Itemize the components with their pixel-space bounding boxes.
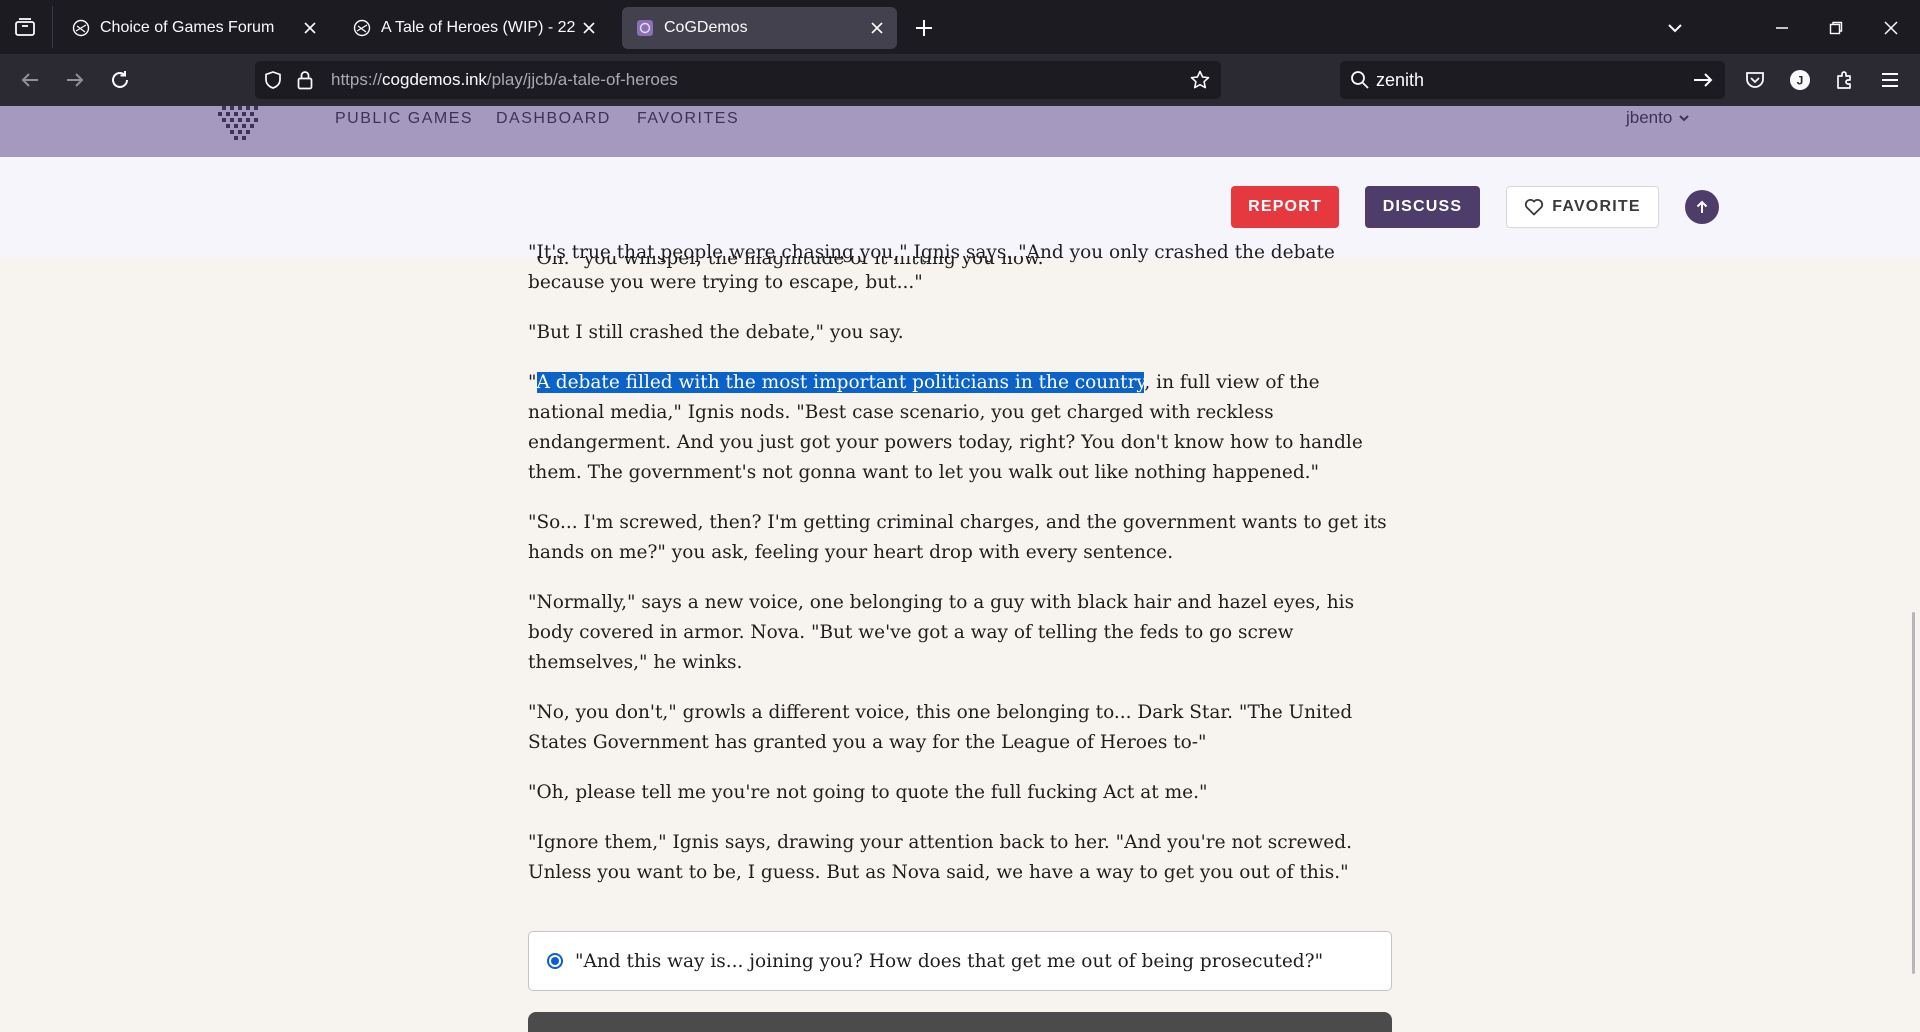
nav-dashboard-link[interactable]: DASHBOARD	[496, 110, 611, 128]
selected-text: A debate filled with the most important …	[536, 372, 1145, 393]
forum-favicon-icon	[72, 19, 90, 37]
minimize-window-icon[interactable]	[1768, 14, 1796, 42]
new-tab-plus-icon[interactable]	[910, 14, 938, 42]
browser-navigation-bar: https://cogdemos.ink/play/jjcb/a-tale-of…	[0, 54, 1920, 107]
nav-favorites-link[interactable]: FAVORITES	[637, 110, 739, 128]
tab-a-tale-of-heroes[interactable]: A Tale of Heroes (WIP) - 224k w	[339, 7, 609, 49]
tab-title: Choice of Games Forum	[100, 19, 275, 36]
forum-favicon-icon	[353, 19, 371, 37]
search-go-arrow-icon[interactable]	[1692, 70, 1714, 94]
tab-list-icon[interactable]	[12, 14, 38, 40]
lock-icon[interactable]	[295, 69, 315, 95]
choice-option[interactable]: "And this way is... joining you? How doe…	[528, 931, 1392, 991]
browser-tab-bar: Choice of Games Forum A Tale of Heroes (…	[0, 0, 1920, 54]
next-button-partial[interactable]	[528, 1012, 1392, 1032]
pocket-icon[interactable]	[1741, 66, 1769, 94]
extensions-puzzle-icon[interactable]	[1831, 66, 1859, 94]
story-paragraph: "But I still crashed the debate," you sa…	[528, 322, 904, 343]
tab-choice-of-games-forum[interactable]: Choice of Games Forum	[58, 7, 330, 49]
open-quote: "	[528, 372, 537, 393]
story-paragraph-with-selection: "A debate filled with the most important…	[528, 368, 1396, 488]
story-paragraph: "Ignore them," Ignis says, drawing your …	[528, 832, 1352, 883]
search-bar[interactable]	[1340, 61, 1725, 99]
back-arrow-icon[interactable]	[16, 66, 44, 94]
story-paragraph: "No, you don't," growls a different voic…	[528, 702, 1353, 753]
url-path: /play/jjcb/a-tale-of-heroes	[486, 70, 678, 89]
username: jbento	[1626, 108, 1673, 127]
address-bar[interactable]: https://cogdemos.ink/play/jjcb/a-tale-of…	[255, 61, 1221, 99]
search-icon	[1350, 70, 1370, 94]
heart-icon	[1525, 199, 1544, 216]
story-paragraph: "So... I'm screwed, then? I'm getting cr…	[528, 512, 1387, 563]
reload-icon[interactable]	[106, 66, 134, 94]
user-menu[interactable]: jbento	[1626, 108, 1690, 128]
cogdemos-favicon-icon	[636, 19, 654, 37]
site-navigation: PUBLIC GAMES DASHBOARD FAVORITES jbento	[0, 106, 1920, 157]
close-tab-icon[interactable]	[575, 14, 603, 42]
shield-tracking-protection-icon[interactable]	[263, 70, 283, 94]
favorite-button[interactable]: FAVORITE	[1506, 186, 1659, 228]
close-window-icon[interactable]	[1877, 14, 1905, 42]
bookmark-star-icon[interactable]	[1189, 69, 1211, 95]
close-tab-icon[interactable]	[296, 14, 324, 42]
url-text[interactable]: https://cogdemos.ink/play/jjcb/a-tale-of…	[331, 70, 678, 90]
discuss-button[interactable]: DISCUSS	[1365, 186, 1480, 228]
report-button[interactable]: REPORT	[1231, 186, 1339, 228]
search-input[interactable]	[1376, 67, 1676, 93]
scroll-to-top-button[interactable]	[1685, 190, 1719, 224]
tab-title: CoGDemos	[664, 19, 748, 36]
choice-label: "And this way is... joining you? How doe…	[575, 950, 1324, 972]
url-scheme: https://	[331, 70, 383, 89]
favorite-label: FAVORITE	[1552, 198, 1641, 215]
story-paragraph: "Oh, please tell me you're not going to …	[528, 782, 1208, 803]
svg-text:J: J	[1797, 74, 1804, 88]
close-tab-icon[interactable]	[863, 14, 891, 42]
url-domain: cogdemos.ink	[382, 70, 487, 89]
story-paragraph: "It's true that people were chasing you,…	[528, 242, 1335, 293]
tab-cogdemos[interactable]: CoGDemos	[622, 7, 897, 49]
chevron-down-icon	[1679, 115, 1690, 122]
choice-radio-button[interactable]	[547, 953, 563, 969]
page-scrollbar-thumb[interactable]	[1912, 612, 1915, 974]
forward-arrow-icon[interactable]	[61, 66, 89, 94]
tab-title: A Tale of Heroes (WIP) - 224k w	[381, 19, 575, 36]
story-paragraph: "Normally," says a new voice, one belong…	[528, 592, 1355, 673]
tab-separator	[52, 6, 53, 48]
story-text: "It's true that people were chasing you,…	[528, 238, 1396, 908]
list-all-tabs-chevron-down-icon[interactable]	[1661, 14, 1689, 42]
arrow-up-icon	[1696, 200, 1708, 213]
radio-selected-dot	[551, 957, 559, 965]
nav-public-games-link[interactable]: PUBLIC GAMES	[335, 110, 473, 128]
hamburger-menu-icon[interactable]	[1876, 66, 1904, 94]
cogdemos-logo-icon[interactable]	[218, 106, 260, 140]
restore-window-icon[interactable]	[1822, 14, 1850, 42]
account-avatar-icon[interactable]: J	[1786, 66, 1814, 94]
